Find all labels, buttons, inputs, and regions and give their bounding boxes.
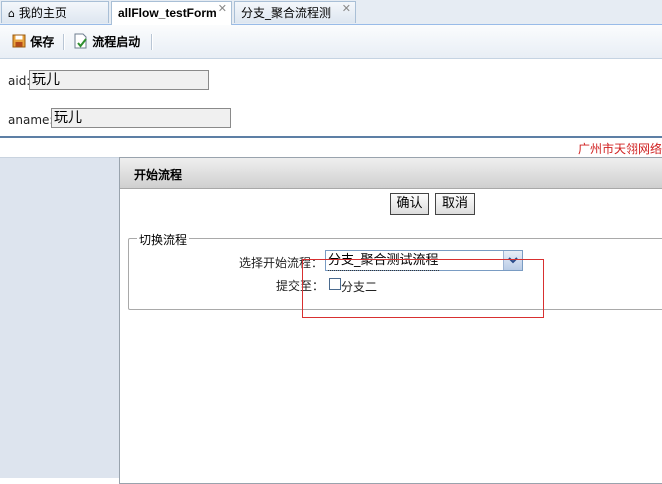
- cancel-button[interactable]: 取消: [435, 193, 475, 215]
- toolbar: 保存 流程启动: [0, 25, 662, 59]
- home-icon: ⌂: [8, 7, 15, 20]
- start-flow-label: 流程启动: [92, 35, 141, 49]
- tab-bar: ⌂ 我的主页 allFlow_testForm ✕ 分支_聚合流程测 ✕: [0, 0, 662, 25]
- start-flow-dialog: 开始流程 确认 取消 切换流程 选择开始流程： 分支_聚合测试流程 提交至： 分…: [119, 157, 662, 484]
- save-icon: [12, 34, 26, 48]
- close-icon[interactable]: ✕: [342, 2, 351, 20]
- close-icon[interactable]: ✕: [218, 2, 227, 20]
- highlight-box: [302, 259, 544, 318]
- document-check-icon: [74, 33, 87, 49]
- tab-branch-label: 分支_聚合流程测: [241, 6, 332, 20]
- aid-input[interactable]: 玩儿: [29, 70, 209, 90]
- tab-allflow-label: allFlow_testForm: [118, 6, 217, 20]
- banner-text: 广州市天翎网络: [577, 142, 662, 156]
- switch-flow-legend: 切换流程: [137, 231, 190, 248]
- dialog-title: 开始流程: [134, 168, 183, 182]
- save-label: 保存: [30, 35, 55, 49]
- tab-allflow-testform[interactable]: allFlow_testForm ✕: [111, 1, 232, 25]
- toolbar-divider: [151, 34, 153, 50]
- tab-branch-merge[interactable]: 分支_聚合流程测 ✕: [234, 1, 356, 23]
- confirm-button[interactable]: 确认: [390, 193, 429, 215]
- toolbar-divider: [63, 34, 65, 50]
- dialog-title-bar[interactable]: 开始流程: [120, 158, 662, 189]
- tab-home-label: 我的主页: [18, 6, 67, 20]
- start-flow-button[interactable]: 流程启动: [74, 33, 140, 51]
- banner: 广州市天翎网络: [0, 138, 662, 158]
- aname-label: aname:: [8, 113, 54, 127]
- aname-input[interactable]: 玩儿: [51, 108, 231, 128]
- save-button[interactable]: 保存: [12, 33, 54, 51]
- tab-home[interactable]: ⌂ 我的主页: [1, 1, 109, 23]
- aid-label: aid:: [8, 74, 31, 88]
